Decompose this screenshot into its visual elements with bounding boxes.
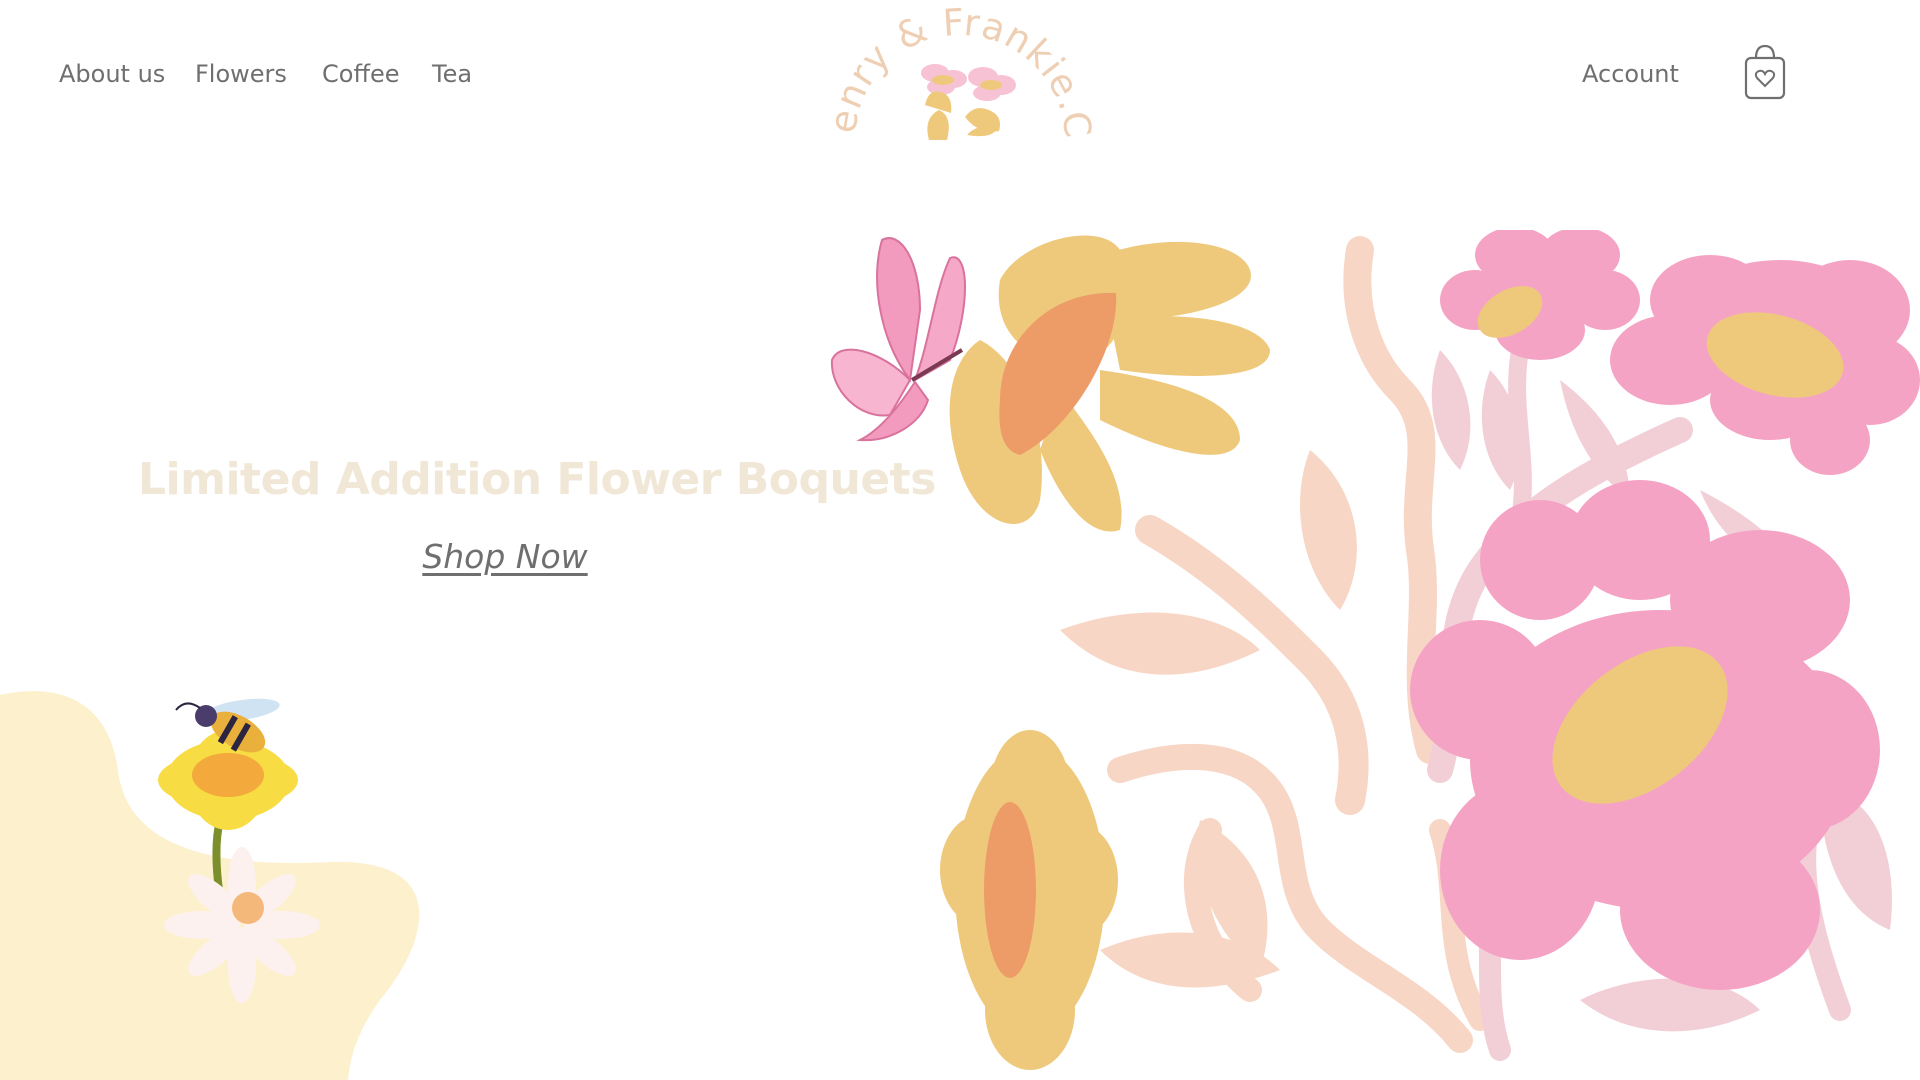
- nav-about-us-link[interactable]: About us: [59, 60, 165, 88]
- brand-logo[interactable]: Henry & Frankie.Co: [811, 0, 1099, 155]
- nav-tea-link[interactable]: Tea: [432, 60, 472, 88]
- nav-coffee-link[interactable]: Coffee: [322, 60, 400, 88]
- nav-flowers-link[interactable]: Flowers: [195, 60, 287, 88]
- floral-art-panel: [940, 230, 1920, 1070]
- hero-title: Limited Addition Flower Boquets: [138, 454, 936, 505]
- shop-now-link[interactable]: Shop Now: [380, 537, 630, 576]
- flower-pots-icon: Henry & Frankie.Co: [811, 0, 1099, 141]
- account-link[interactable]: Account: [1582, 60, 1679, 88]
- daisy-with-bee-illustration: [158, 698, 320, 1003]
- shopping-bag-heart-icon[interactable]: [1740, 40, 1790, 104]
